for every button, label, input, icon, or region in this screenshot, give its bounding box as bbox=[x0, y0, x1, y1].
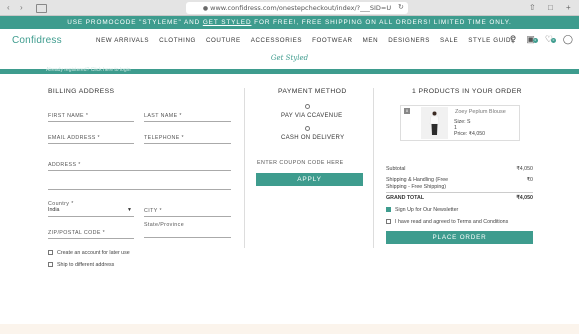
header-icons: ⚲ ▣ 0 ♡ 0 ◯ bbox=[510, 34, 573, 45]
nav-item[interactable]: DESIGNERS bbox=[388, 37, 430, 44]
ship-different-label: Ship to different address bbox=[57, 262, 115, 268]
shipping-label: Shipping & Handling (Free Shipping - Fre… bbox=[386, 177, 449, 190]
reload-icon[interactable]: ↻ bbox=[398, 3, 404, 11]
order-title: 1 PRODUCTS IN YOUR ORDER bbox=[412, 88, 522, 95]
footer-band bbox=[0, 324, 579, 334]
promo-banner: USE PROMOCODE "STYLEME" AND GET STYLED F… bbox=[0, 16, 579, 29]
share-icon[interactable]: ⇧ bbox=[529, 3, 536, 12]
apply-button[interactable]: APPLY bbox=[256, 173, 363, 186]
product-price: Price: ₹4,050 bbox=[454, 131, 485, 137]
newsletter-checkbox[interactable] bbox=[386, 207, 391, 212]
column-divider bbox=[244, 88, 245, 248]
subtotal-label: Subtotal bbox=[386, 166, 406, 172]
zip-field[interactable] bbox=[48, 229, 134, 239]
remove-item-icon[interactable]: x bbox=[404, 108, 410, 114]
main-nav: NEW ARRIVALS CLOTHING COUTURE ACCESSORIE… bbox=[96, 37, 526, 44]
chevron-down-icon: ▼ bbox=[127, 207, 132, 213]
cod-radio[interactable] bbox=[305, 126, 310, 131]
shipping-row: Shipping & Handling (Free Shipping - Fre… bbox=[386, 177, 533, 191]
nav-item[interactable]: MEN bbox=[363, 37, 379, 44]
product-name[interactable]: Zoey Peplum Blouse bbox=[455, 109, 506, 115]
subtotal-row: Subtotal ₹4,050 bbox=[386, 166, 533, 172]
last-name-field[interactable] bbox=[144, 112, 231, 122]
nav-item[interactable]: STYLE GUIDE bbox=[468, 37, 516, 44]
checkout-content: BILLING ADDRESS FIRST NAME * LAST NAME *… bbox=[0, 74, 579, 324]
login-prompt[interactable]: Already registered? Click here to login bbox=[46, 67, 131, 73]
terms-label[interactable]: I have read and agreed to Terms and Cond… bbox=[395, 219, 508, 225]
bag-icon[interactable]: ▣ 0 bbox=[526, 34, 538, 45]
city-field[interactable] bbox=[144, 207, 231, 217]
grand-total-label: GRAND TOTAL bbox=[386, 195, 425, 201]
ship-different-checkbox[interactable] bbox=[48, 262, 53, 267]
user-icon[interactable]: ◯ bbox=[563, 34, 573, 45]
product-image[interactable] bbox=[421, 107, 448, 139]
coupon-input[interactable] bbox=[256, 158, 363, 168]
payment-title: PAYMENT METHOD bbox=[278, 88, 347, 95]
country-value: India bbox=[48, 207, 60, 213]
billing-title: BILLING ADDRESS bbox=[48, 88, 115, 95]
nav-item[interactable]: CLOTHING bbox=[159, 37, 196, 44]
promo-text: USE PROMOCODE "STYLEME" AND bbox=[67, 19, 203, 26]
address-field-2[interactable] bbox=[48, 180, 231, 190]
tabs-icon[interactable]: □ bbox=[548, 3, 553, 12]
create-account-label: Create an account for later use bbox=[57, 250, 130, 256]
tagline: Get Styled bbox=[270, 54, 309, 62]
url-text: www.confidress.com/onestepcheckout/index… bbox=[210, 4, 392, 12]
nav-item[interactable]: ACCESSORIES bbox=[251, 37, 302, 44]
wishlist-count: 0 bbox=[550, 38, 556, 43]
grand-total-value: ₹4,050 bbox=[516, 195, 533, 201]
forward-icon[interactable]: › bbox=[20, 3, 23, 13]
grand-total-row: GRAND TOTAL ₹4,050 bbox=[386, 195, 533, 201]
place-order-button[interactable]: PLACE ORDER bbox=[386, 231, 533, 244]
shipping-value: ₹0 bbox=[526, 177, 533, 183]
newsletter-label: Sign Up for Our Newsletter bbox=[395, 207, 459, 213]
nav-item[interactable]: FOOTWEAR bbox=[312, 37, 353, 44]
cart-count: 0 bbox=[532, 38, 538, 43]
wishlist-icon[interactable]: ♡ 0 bbox=[545, 34, 556, 45]
first-name-field[interactable] bbox=[48, 112, 134, 122]
subtotal-value: ₹4,050 bbox=[516, 166, 533, 172]
promo-link[interactable]: GET STYLED bbox=[203, 19, 252, 26]
sidebar-icon[interactable] bbox=[36, 4, 47, 13]
address-bar[interactable]: ● www.confidress.com/onestepcheckout/inde… bbox=[186, 2, 408, 14]
back-icon[interactable]: ‹ bbox=[7, 3, 10, 13]
create-account-checkbox[interactable] bbox=[48, 250, 53, 255]
search-icon[interactable]: ⚲ bbox=[510, 34, 517, 45]
nav-item[interactable]: SALE bbox=[440, 37, 458, 44]
summary-divider bbox=[386, 192, 533, 193]
site-header: Confidress NEW ARRIVALS CLOTHING COUTURE… bbox=[0, 29, 579, 69]
lock-icon: ● bbox=[202, 5, 209, 12]
nav-item[interactable]: NEW ARRIVALS bbox=[96, 37, 149, 44]
email-field[interactable] bbox=[48, 134, 134, 144]
new-tab-icon[interactable]: + bbox=[566, 3, 571, 12]
site-logo[interactable]: Confidress bbox=[12, 35, 62, 46]
state-field[interactable] bbox=[144, 228, 231, 238]
address-field[interactable] bbox=[48, 161, 231, 171]
country-select[interactable]: India ▼ bbox=[48, 207, 134, 217]
cod-label: CASH ON DELIVERY bbox=[281, 135, 345, 141]
product-photo bbox=[429, 111, 440, 135]
promo-text-tail: FOR FREE!, FREE SHIPPING ON ALL ORDERS! … bbox=[251, 19, 512, 26]
telephone-field[interactable] bbox=[144, 134, 231, 144]
column-divider-2 bbox=[373, 88, 374, 248]
ccavenue-label: PAY VIA CCAVENUE bbox=[281, 113, 343, 119]
nav-item[interactable]: COUTURE bbox=[206, 37, 241, 44]
ccavenue-radio[interactable] bbox=[305, 104, 310, 109]
browser-toolbar: ‹ › ● www.confidress.com/onestepcheckout/… bbox=[0, 0, 579, 16]
terms-checkbox[interactable] bbox=[386, 219, 391, 224]
